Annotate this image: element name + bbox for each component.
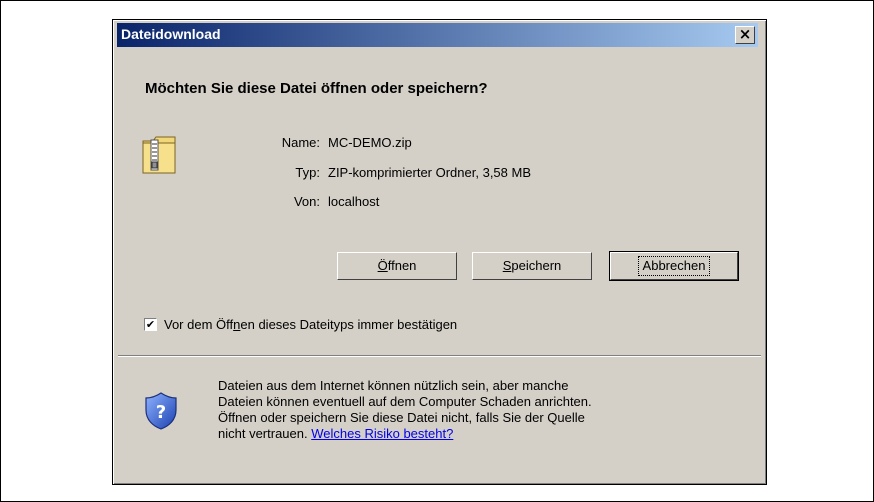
file-download-dialog: Dateidownload × Möchten Sie diese Datei … — [112, 19, 767, 485]
from-label: Von: — [293, 194, 320, 209]
warning-line-3: Öffnen oder speichern Sie diese Datei ni… — [218, 410, 585, 425]
name-label: Name: — [281, 135, 320, 150]
confirm-checkbox-label[interactable]: Vor dem Öffnen dieses Dateityps immer be… — [164, 317, 457, 332]
confirm-checkbox[interactable]: ✔ — [144, 318, 157, 331]
open-button-accel: Ö — [377, 258, 388, 273]
title-bar[interactable]: Dateidownload × — [117, 23, 758, 47]
file-name: MC-DEMO.zip — [328, 135, 412, 150]
separator — [118, 355, 761, 357]
dialog-title: Dateidownload — [121, 26, 221, 42]
warning-line-2: Dateien können eventuell auf dem Compute… — [218, 394, 592, 409]
file-type: ZIP-komprimierter Ordner, 3,58 MB — [328, 165, 531, 180]
open-button[interactable]: Öffnen — [337, 252, 457, 280]
security-warning-text: Dateien aus dem Internet können nützlich… — [218, 378, 748, 442]
security-shield-icon: ? — [145, 392, 177, 433]
checkbox-label-start: Vor dem Öff — [164, 317, 234, 332]
dialog-question: Möchten Sie diese Datei öffnen oder spei… — [145, 80, 488, 97]
close-button[interactable]: × — [735, 26, 755, 44]
svg-text:?: ? — [156, 402, 166, 423]
warning-line-4: nicht vertrauen. Welches Risiko besteht? — [218, 426, 748, 442]
save-button-label: peichern — [511, 258, 562, 273]
warning-line-1: Dateien aus dem Internet können nützlich… — [218, 378, 569, 393]
file-source: localhost — [328, 194, 380, 209]
cancel-button-label: Abbrechen — [637, 256, 711, 276]
risk-info-link[interactable]: Welches Risiko besteht? — [311, 426, 453, 441]
checkbox-label-end: en dieses Dateityps immer bestätigen — [240, 317, 458, 332]
open-button-label: ffnen — [387, 258, 417, 273]
zip-folder-icon — [141, 135, 177, 178]
cancel-button[interactable]: Abbrechen — [609, 251, 739, 281]
type-label: Typ: — [295, 165, 320, 180]
save-button[interactable]: Speichern — [472, 252, 592, 280]
warning-line-4-text: nicht vertrauen. — [218, 426, 312, 441]
